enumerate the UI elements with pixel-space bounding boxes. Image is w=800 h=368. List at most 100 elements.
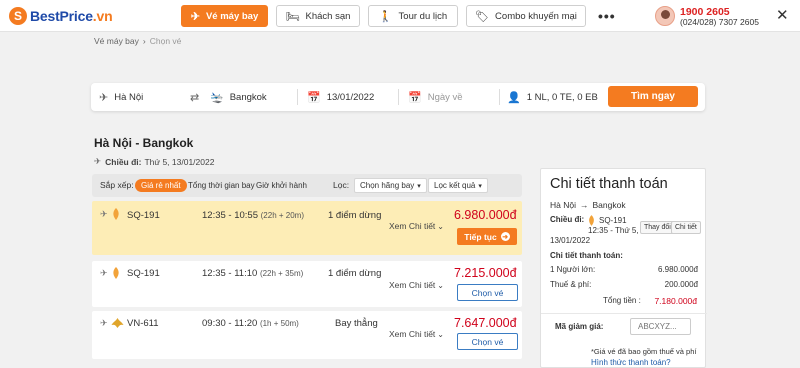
divider	[541, 313, 707, 314]
nav-flights-button[interactable]: ✈ Vé máy bay	[181, 5, 268, 27]
logo-text-prefix: BestPrice	[30, 8, 93, 24]
flight-price: 7.215.000đ	[454, 266, 517, 280]
result-filter-dropdown[interactable]: Lọc kết quả ▾	[428, 178, 488, 193]
total-value: 7.180.000đ	[654, 296, 697, 306]
price-note: *Giá vé đã bao gồm thuế và phí	[591, 347, 697, 356]
flight-row[interactable]: ✈ SQ-191 12:35 - 10:55 (22h + 20m) 1 điể…	[92, 201, 522, 255]
origin-field[interactable]: ✈ Hà Nội	[99, 83, 143, 111]
singapore-airlines-logo	[113, 267, 119, 279]
divider	[297, 89, 298, 105]
flight-price: 6.980.000đ	[454, 208, 517, 222]
bed-icon: 🛏	[285, 10, 300, 23]
logo-s-icon: S	[9, 7, 27, 25]
return-date-field[interactable]: 📅 Ngày về	[408, 83, 463, 111]
flight-price: 7.647.000đ	[454, 316, 517, 330]
nav-hotels-button[interactable]: 🛏 Khách sạn	[276, 5, 360, 27]
breadcrumb-current: Chọn vé	[149, 36, 182, 46]
plane-icon: ✈	[94, 156, 102, 166]
airline-filter-dropdown[interactable]: Chọn hãng bay ▾	[354, 178, 427, 193]
flight-code: VN-611	[127, 318, 159, 329]
view-detail-link[interactable]: Xem Chi tiết ⌄	[389, 221, 444, 231]
choose-ticket-button[interactable]: Chọn vé	[457, 284, 518, 301]
chevron-down-icon: ▾	[417, 182, 421, 190]
flight-row[interactable]: ✈ SQ-191 12:35 - 11:10 (22h + 35m) 1 điể…	[92, 261, 522, 307]
search-button[interactable]: Tìm ngay	[608, 86, 698, 107]
panel-title: Chi tiết thanh toán	[550, 176, 668, 192]
coupon-label: Mã giảm giá:	[555, 322, 604, 331]
destination-field[interactable]: 🛬 Bangkok	[210, 83, 267, 111]
flight-search-bar: ✈ Hà Nội ⇄ 🛬 Bangkok 📅 13/01/2022 📅 Ngày về …	[91, 83, 705, 111]
panel-depart-label: Chiều đi:	[550, 215, 585, 224]
view-detail-link[interactable]: Xem Chi tiết ⌄	[389, 329, 444, 339]
passengers-field[interactable]: 👤 1 NL, 0 TE, 0 EB	[507, 83, 598, 111]
swap-icon[interactable]: ⇄	[190, 83, 205, 111]
tag-icon: 🏷	[475, 10, 490, 23]
arrow-right-icon: →	[579, 200, 589, 210]
breadcrumb-separator: ›	[142, 36, 146, 46]
chevron-down-icon: ⌄	[437, 222, 444, 231]
depart-info: ✈ Chiều đi: Thứ 5, 13/01/2022	[94, 156, 215, 167]
plane-icon: ✈	[190, 10, 200, 23]
takeoff-icon: ✈	[99, 91, 109, 104]
panel-flight-code: SQ-191	[599, 216, 627, 225]
sort-label: Sắp xếp:	[100, 180, 134, 190]
sort-bar: Sắp xếp: Giá rẻ nhất Tổng thời gian bay …	[92, 174, 522, 197]
close-icon[interactable]: ✕	[776, 8, 791, 23]
bestprice-logo[interactable]: S BestPrice.vn	[9, 7, 113, 25]
payment-details-panel: Chi tiết thanh toán Hà Nội → Bangkok Chiều…	[540, 168, 707, 368]
flight-code: SQ-191	[127, 268, 160, 279]
nav-tours-button[interactable]: 🚶 Tour du lịch	[368, 5, 458, 27]
coupon-input[interactable]	[630, 318, 691, 335]
divider	[398, 89, 399, 105]
landing-icon: 🛬	[210, 91, 224, 104]
singapore-airlines-logo	[113, 208, 119, 220]
nav-combo-button[interactable]: 🏷 Combo khuyến mại	[466, 5, 586, 27]
flight-stops: 1 điểm dừng	[328, 268, 382, 279]
vietnam-airlines-logo	[111, 318, 124, 328]
support-avatar	[655, 6, 675, 26]
chevron-down-icon: ⌄	[437, 281, 444, 290]
tax-fee-row: Thuế & phí: 200.000đ	[550, 280, 698, 289]
choose-ticket-button[interactable]: Chọn vé	[457, 333, 518, 350]
depart-date-field[interactable]: 📅 13/01/2022	[307, 83, 374, 111]
chevron-down-icon: ▾	[478, 182, 482, 190]
payment-method-link[interactable]: Hình thức thanh toán?	[591, 358, 671, 367]
route-title: Hà Nội - Bangkok	[94, 136, 194, 150]
person-icon: 👤	[507, 91, 521, 104]
continue-button[interactable]: Tiếp tục ➜	[457, 228, 517, 245]
top-header: S BestPrice.vn ✈ Vé máy bay 🛏 Khách sạn 🚶 T…	[0, 0, 800, 32]
flight-time: 12:35 - 11:10 (22h + 35m)	[202, 268, 304, 279]
plane-icon: ✈	[100, 318, 108, 328]
change-flight-button[interactable]: Thay đổi	[640, 221, 675, 234]
adult-fare-row: 1 Người lớn: 6.980.000đ	[550, 265, 698, 274]
flight-time: 12:35 - 10:55 (22h + 20m)	[202, 210, 304, 221]
sort-duration-chip[interactable]: Tổng thời gian bay	[182, 179, 261, 192]
view-detail-link[interactable]: Xem Chi tiết ⌄	[389, 280, 444, 290]
total-label: Tổng tiền :	[603, 296, 641, 305]
breadcrumb-flights[interactable]: Vé máy bay	[94, 36, 139, 46]
calendar-icon: 📅	[307, 91, 321, 104]
chevron-down-icon: ⌄	[437, 330, 444, 339]
flight-detail-button[interactable]: Chi tiết	[671, 221, 701, 234]
payment-section-title: Chi tiết thanh toán:	[550, 251, 623, 260]
logo-text-suffix: .vn	[92, 8, 113, 24]
panel-route: Hà Nội → Bangkok	[550, 200, 626, 210]
flight-time: 09:30 - 11:20 (1h + 50m)	[202, 318, 299, 329]
calendar-icon: 📅	[408, 91, 422, 104]
phone-number[interactable]: (024/028) 7307 2605	[680, 17, 759, 27]
breadcrumb: Vé máy bay › Chọn vé	[94, 36, 181, 46]
singapore-airlines-logo	[589, 215, 594, 226]
sort-cheapest-chip[interactable]: Giá rẻ nhất	[135, 179, 187, 192]
panel-flight-time: 12:35 - Thứ 5,	[588, 226, 639, 235]
traveler-icon: 🚶	[378, 10, 393, 23]
plane-icon: ✈	[100, 268, 108, 278]
filter-label: Lọc:	[333, 180, 350, 190]
sort-departure-chip[interactable]: Giờ khởi hành	[250, 179, 313, 192]
flight-stops: 1 điểm dừng	[328, 210, 382, 221]
arrow-right-icon: ➜	[500, 232, 510, 241]
more-menu-icon[interactable]: •••	[598, 8, 616, 24]
panel-flight-date: 13/01/2022	[550, 236, 591, 245]
flight-row[interactable]: ✈ VN-611 09:30 - 11:20 (1h + 50m) Bay th…	[92, 311, 522, 359]
flight-stops: Bay thẳng	[335, 318, 378, 329]
flight-code: SQ-191	[127, 210, 160, 221]
